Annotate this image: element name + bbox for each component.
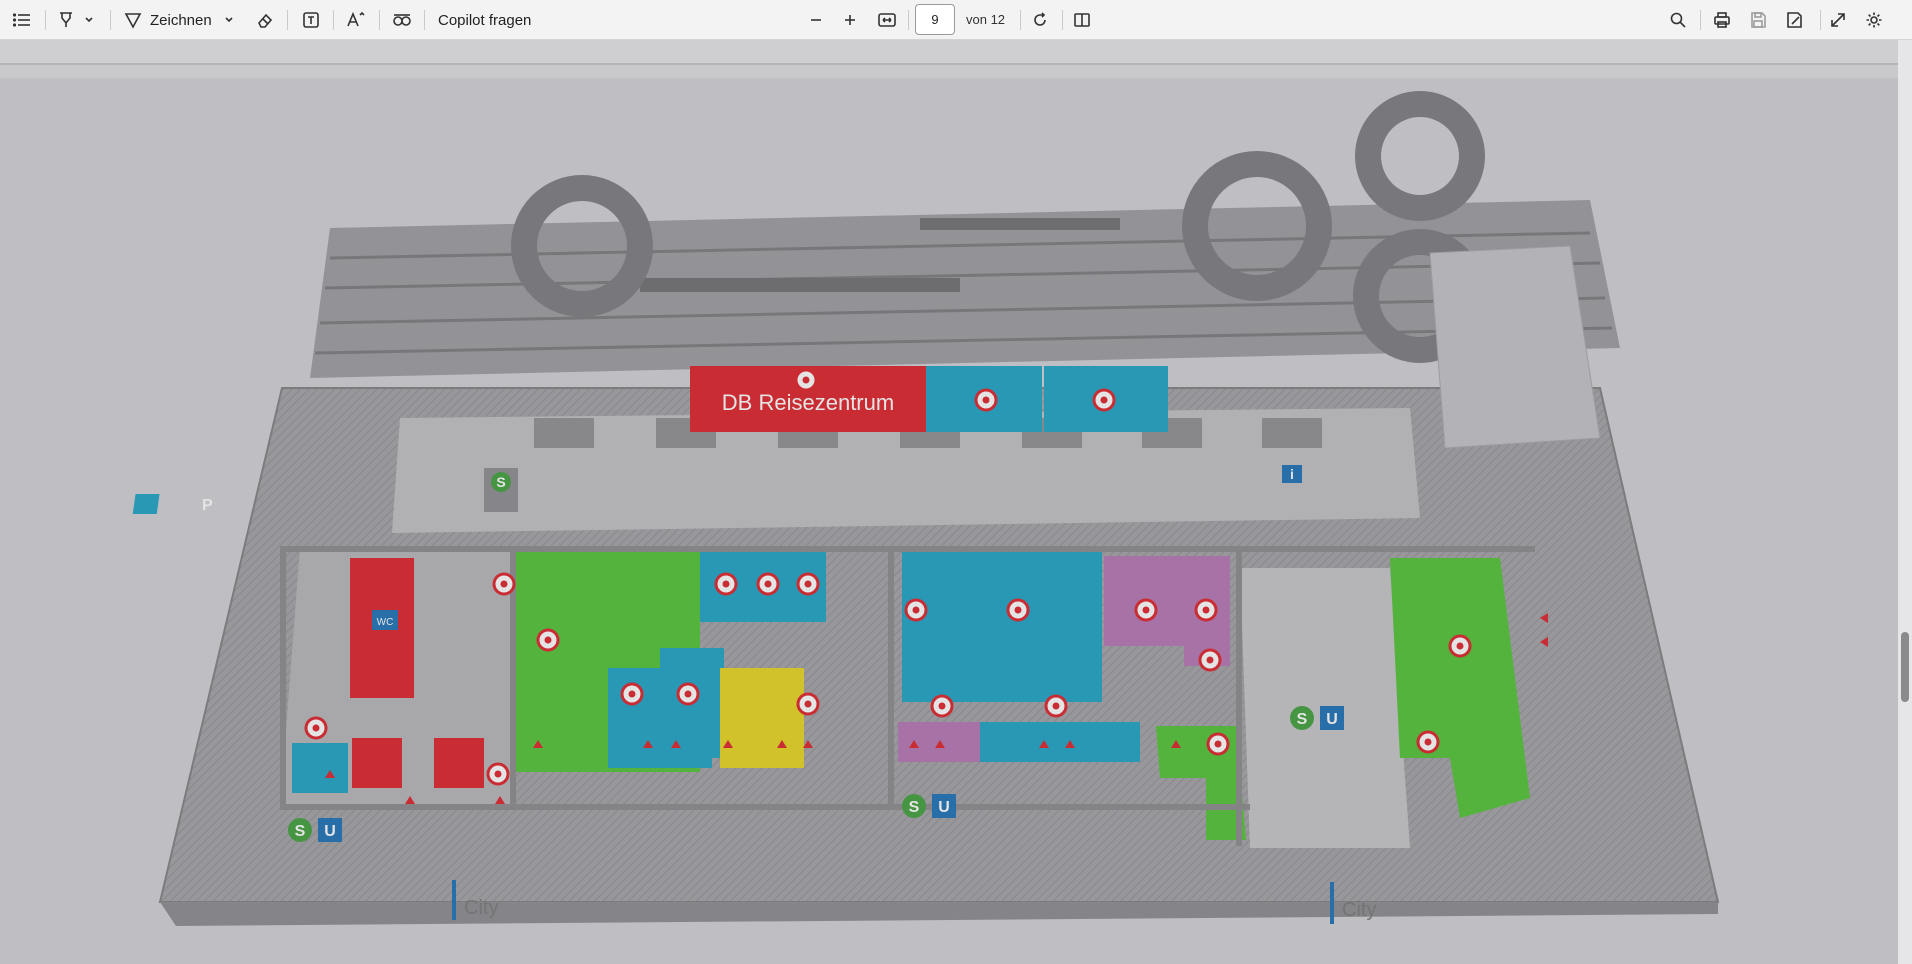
vertical-scrollbar[interactable] <box>1898 40 1912 964</box>
chevron-down-icon[interactable] <box>222 0 236 40</box>
eraser-icon[interactable] <box>252 0 278 40</box>
toolbar-separator <box>908 10 909 30</box>
page-number-input[interactable]: 9 <box>915 4 955 35</box>
draw-button[interactable]: Zeichnen <box>150 0 212 40</box>
toolbar-separator <box>333 10 334 30</box>
settings-gear-icon[interactable] <box>1860 0 1888 40</box>
toolbar-separator <box>45 10 46 30</box>
save-icon[interactable] <box>1744 0 1772 40</box>
print-icon[interactable] <box>1708 0 1736 40</box>
search-icon[interactable] <box>1664 0 1692 40</box>
toolbar-separator <box>379 10 380 30</box>
dim-overlay <box>0 78 1898 964</box>
read-aloud-icon[interactable] <box>342 0 370 40</box>
toolbar-separator <box>110 10 111 30</box>
toolbar-separator <box>424 10 425 30</box>
highlighter-icon[interactable] <box>54 0 78 40</box>
draw-label: Zeichnen <box>150 11 212 29</box>
toolbar-separator <box>1820 10 1821 30</box>
copilot-button[interactable]: Copilot fragen <box>438 0 538 40</box>
document-viewport[interactable]: DB Reisezentrum WC P i S U S U S U S Cit… <box>0 40 1898 964</box>
text-box-icon[interactable] <box>298 0 324 40</box>
translate-icon[interactable] <box>388 0 416 40</box>
zoom-in-icon[interactable] <box>838 0 862 40</box>
toolbar-separator <box>287 10 288 30</box>
contents-list-icon[interactable] <box>8 0 36 40</box>
chevron-down-icon[interactable] <box>82 0 96 40</box>
toolbar-separator <box>1062 10 1063 30</box>
expand-icon[interactable] <box>1824 0 1852 40</box>
fit-page-icon[interactable] <box>874 0 900 40</box>
previous-page-bottom <box>0 40 1898 65</box>
save-as-icon[interactable] <box>1780 0 1808 40</box>
toolbar: Zeichnen Copilot fragen 9 von 12 <box>0 0 1912 40</box>
copilot-label: Copilot fragen <box>438 11 532 29</box>
draw-pen-icon[interactable] <box>120 0 146 40</box>
scrollbar-thumb[interactable] <box>1901 632 1909 702</box>
zoom-out-icon[interactable] <box>804 0 828 40</box>
rotate-icon[interactable] <box>1026 0 1054 40</box>
station-floor-plan: DB Reisezentrum WC P i S U S U S U S Cit… <box>0 78 1898 964</box>
toolbar-separator <box>1700 10 1701 30</box>
page-view-icon[interactable] <box>1068 0 1096 40</box>
pdf-page: DB Reisezentrum WC P i S U S U S U S Cit… <box>0 78 1898 964</box>
toolbar-separator <box>1020 10 1021 30</box>
page-total-label: von 12 <box>966 12 1006 27</box>
